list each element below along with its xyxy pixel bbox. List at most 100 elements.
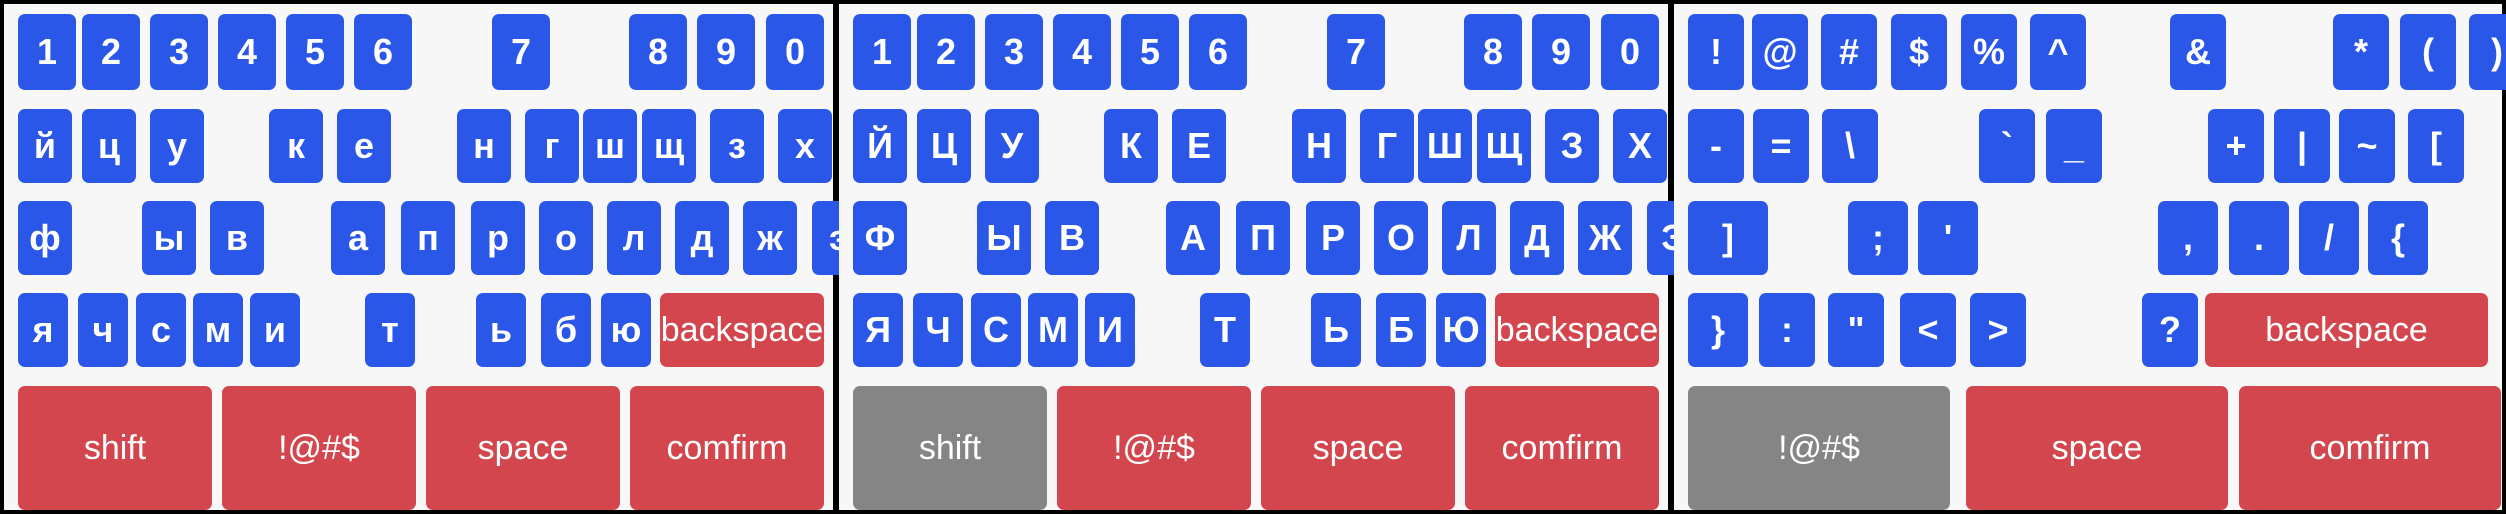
key-u420[interactable]: Р <box>1306 201 1360 275</box>
key-at[interactable]: @ <box>1752 14 1808 90</box>
key-u440[interactable]: р <box>471 201 525 275</box>
key-plus[interactable]: + <box>2208 109 2264 183</box>
key-5[interactable]: 5 <box>1121 14 1179 90</box>
key-u42f[interactable]: Я <box>853 293 903 367</box>
key-percent[interactable]: % <box>1961 14 2017 90</box>
key-exclaim[interactable]: ! <box>1688 14 1744 90</box>
key-1[interactable]: 1 <box>18 14 76 90</box>
key-u43e[interactable]: о <box>539 201 593 275</box>
key-5[interactable]: 5 <box>286 14 344 90</box>
key-u424[interactable]: Ф <box>853 201 907 275</box>
key-u442[interactable]: т <box>365 293 415 367</box>
confirm-key[interactable]: comfirm <box>1465 386 1659 510</box>
key-slash[interactable]: / <box>2299 201 2359 275</box>
key-u41b[interactable]: Л <box>1442 201 1496 275</box>
key-u445[interactable]: х <box>778 109 832 183</box>
key-u444[interactable]: ф <box>18 201 72 275</box>
key-u429[interactable]: Щ <box>1477 109 1531 183</box>
shift-key[interactable]: shift <box>853 386 1047 510</box>
key-u42c[interactable]: Ь <box>1311 293 1361 367</box>
key-dollar[interactable]: $ <box>1891 14 1947 90</box>
shift-key[interactable]: shift <box>18 386 212 510</box>
key-u449[interactable]: щ <box>642 109 696 183</box>
key-u43d[interactable]: н <box>457 109 511 183</box>
key-u43c[interactable]: м <box>193 293 243 367</box>
key-u410[interactable]: А <box>1166 201 1220 275</box>
key-colon[interactable]: : <box>1759 293 1815 367</box>
key-u41f[interactable]: П <box>1236 201 1290 275</box>
key-7[interactable]: 7 <box>492 14 550 90</box>
key-u44c[interactable]: ь <box>476 293 526 367</box>
key-u425[interactable]: Х <box>1613 109 1667 183</box>
key-u430[interactable]: а <box>331 201 385 275</box>
key-u44e[interactable]: ю <box>601 293 651 367</box>
backspace-key[interactable]: backspace <box>660 293 824 367</box>
key-1[interactable]: 1 <box>853 14 911 90</box>
key-minus[interactable]: - <box>1688 109 1744 183</box>
key-u436[interactable]: ж <box>743 201 797 275</box>
key-semicolon[interactable]: ; <box>1848 201 1908 275</box>
key-caret[interactable]: ^ <box>2030 14 2086 90</box>
key-ampersand[interactable]: & <box>2170 14 2226 90</box>
confirm-key[interactable]: comfirm <box>2239 386 2501 510</box>
key-u44f[interactable]: я <box>18 293 68 367</box>
key-asterisk[interactable]: * <box>2333 14 2389 90</box>
key-8[interactable]: 8 <box>1464 14 1522 90</box>
key-u42e[interactable]: Ю <box>1436 293 1486 367</box>
key-u437[interactable]: з <box>710 109 764 183</box>
symbols-toggle-key[interactable]: !@#$ <box>1057 386 1251 510</box>
backspace-key[interactable]: backspace <box>2205 293 2488 367</box>
key-u414[interactable]: Д <box>1510 201 1564 275</box>
key-u431[interactable]: б <box>541 293 591 367</box>
key-u41d[interactable]: Н <box>1292 109 1346 183</box>
key-u43a[interactable]: к <box>269 109 323 183</box>
key-0[interactable]: 0 <box>766 14 824 90</box>
key-u434[interactable]: д <box>675 201 729 275</box>
key-u43b[interactable]: л <box>607 201 661 275</box>
key-u443[interactable]: у <box>150 109 204 183</box>
key-u438[interactable]: и <box>250 293 300 367</box>
symbols-toggle-key[interactable]: !@#$ <box>222 386 416 510</box>
key-u42b[interactable]: Ы <box>977 201 1031 275</box>
key-hash[interactable]: # <box>1821 14 1877 90</box>
key-9[interactable]: 9 <box>1532 14 1590 90</box>
key-question[interactable]: ? <box>2142 293 2198 367</box>
key-3[interactable]: 3 <box>150 14 208 90</box>
key-4[interactable]: 4 <box>1053 14 1111 90</box>
key-u433[interactable]: г <box>525 109 579 183</box>
key-underscore[interactable]: _ <box>2046 109 2102 183</box>
space-key[interactable]: space <box>1966 386 2228 510</box>
key-apostrophe[interactable]: ' <box>1918 201 1978 275</box>
key-u415[interactable]: Е <box>1172 109 1226 183</box>
key-9[interactable]: 9 <box>697 14 755 90</box>
key-u439[interactable]: й <box>18 109 72 183</box>
key-u426[interactable]: Ц <box>917 109 971 183</box>
key-u422[interactable]: Т <box>1200 293 1250 367</box>
key-period[interactable]: . <box>2229 201 2289 275</box>
key-u423[interactable]: У <box>985 109 1039 183</box>
key-comma[interactable]: , <box>2158 201 2218 275</box>
key-u428[interactable]: Ш <box>1418 109 1472 183</box>
key-u448[interactable]: ш <box>583 109 637 183</box>
space-key[interactable]: space <box>1261 386 1455 510</box>
key-lparen[interactable]: ( <box>2400 14 2456 90</box>
key-4[interactable]: 4 <box>218 14 276 90</box>
key-8[interactable]: 8 <box>629 14 687 90</box>
key-equals[interactable]: = <box>1753 109 1809 183</box>
key-7[interactable]: 7 <box>1327 14 1385 90</box>
key-u419[interactable]: Й <box>853 109 907 183</box>
key-u435[interactable]: е <box>337 109 391 183</box>
key-lbrace[interactable]: { <box>2368 201 2428 275</box>
key-lbracket[interactable]: [ <box>2408 109 2464 183</box>
key-3[interactable]: 3 <box>985 14 1043 90</box>
key-2[interactable]: 2 <box>917 14 975 90</box>
key-6[interactable]: 6 <box>1189 14 1247 90</box>
key-u413[interactable]: Г <box>1360 109 1414 183</box>
key-rparen[interactable]: ) <box>2469 14 2506 90</box>
key-rbrace[interactable]: } <box>1688 293 1748 367</box>
key-u411[interactable]: Б <box>1376 293 1426 367</box>
key-rbracket[interactable]: ] <box>1688 201 1768 275</box>
key-pipe[interactable]: | <box>2274 109 2330 183</box>
key-u412[interactable]: В <box>1045 201 1099 275</box>
key-6[interactable]: 6 <box>354 14 412 90</box>
